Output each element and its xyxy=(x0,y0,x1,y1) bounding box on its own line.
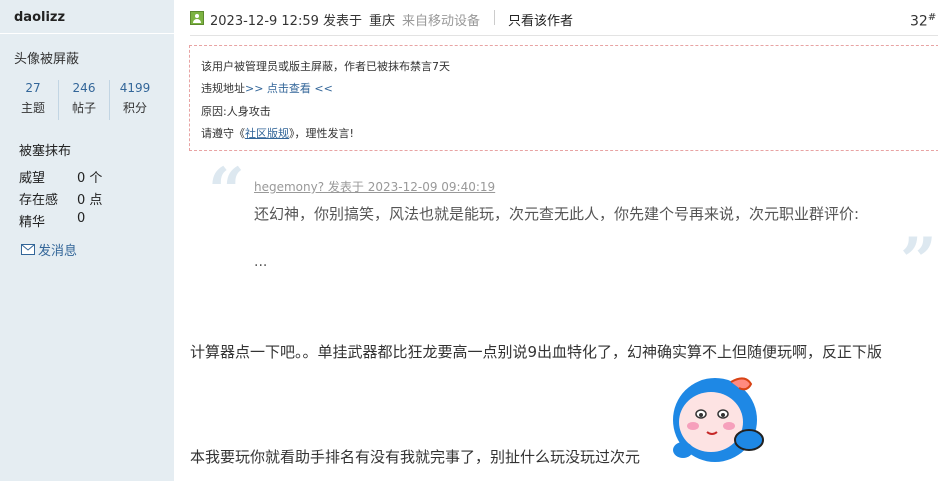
floor-number-value: 32 xyxy=(910,13,928,30)
notice-rules-suffix: 》，理性发言! xyxy=(289,127,354,140)
quote-ellipsis: ... xyxy=(254,254,268,270)
stat-points-label: 积分 xyxy=(122,101,147,115)
stat-topics[interactable]: 27 主题 xyxy=(8,80,58,120)
author-sidebar: daolizz 头像被屏蔽 27 主题 246 帖子 4199 积分 被塞抹布 … xyxy=(0,0,174,481)
blocked-notice: 该用户被管理员或版主屏蔽，作者已被抹布禁言7天 违规地址>> 点击查看 << 原… xyxy=(189,45,938,151)
send-message-link[interactable]: 发消息 xyxy=(21,240,77,259)
post-timestamp: 2023-12-9 12:59 发表于 xyxy=(210,14,363,29)
avatar-blocked-note: 头像被屏蔽 xyxy=(14,52,80,67)
notice-rules-prefix: 请遵守《 xyxy=(201,127,245,140)
view-violation-link[interactable]: >> 点击查看 << xyxy=(245,82,333,95)
stat-topics-value: 27 xyxy=(25,81,41,95)
header-separator xyxy=(494,10,495,25)
send-message-label: 发消息 xyxy=(38,244,78,259)
stat-points[interactable]: 4199 积分 xyxy=(109,80,160,120)
open-quote-icon: “ xyxy=(208,154,245,229)
online-user-icon xyxy=(190,11,204,25)
info-value: 0 点 xyxy=(77,193,103,208)
info-row-prestige: 威望 0 个 xyxy=(19,167,159,186)
notice-line-4: 请遵守《社区版规》，理性发言! xyxy=(201,125,354,141)
author-rank[interactable]: 被塞抹布 xyxy=(19,140,71,159)
stat-topics-label: 主题 xyxy=(20,101,45,115)
notice-line-1: 该用户被管理员或版主屏蔽，作者已被抹布禁言7天 xyxy=(201,60,450,73)
notice-violation-label: 违规地址 xyxy=(201,82,245,95)
info-key: 精华 xyxy=(19,215,46,230)
info-row-presence: 存在感 0 点 xyxy=(19,189,159,208)
header-divider xyxy=(190,35,938,36)
notice-line-2: 违规地址>> 点击查看 << xyxy=(201,80,333,96)
post-content-line-1: 计算器点一下吧。。单挂武器都比狂龙要高一点别说9出血特化了，幻神确实算不上但随便… xyxy=(190,343,883,361)
author-stats: 27 主题 246 帖子 4199 积分 xyxy=(8,80,160,120)
cartoon-sticker-image xyxy=(673,377,764,462)
notice-line-3: 原因:人身攻击 xyxy=(201,105,271,118)
community-rules-link[interactable]: 社区版规 xyxy=(245,127,289,140)
info-row-digest: 精华 0 xyxy=(19,211,159,230)
quote-body: 还幻神，你别搞笑，风法也就是能玩，次元查无此人，你先建个号再来说，次元职业群评价… xyxy=(254,205,860,223)
floor-mark: # xyxy=(927,12,937,23)
post-content-line-2: 本我要玩你就看助手排名有没有我就完事了，别扯什么玩没玩过次元 xyxy=(190,448,641,466)
floor-number[interactable]: 32# xyxy=(910,12,936,30)
info-key: 威望 xyxy=(19,171,46,186)
post-location: 重庆 xyxy=(369,14,396,29)
envelope-icon xyxy=(21,244,35,255)
stat-posts[interactable]: 246 帖子 xyxy=(58,80,109,120)
info-value: 0 xyxy=(77,211,86,226)
author-username[interactable]: daolizz xyxy=(14,10,65,25)
stat-points-value: 4199 xyxy=(119,81,151,95)
quote-author-link[interactable]: hegemony? 发表于 2023-12-09 09:40:19 xyxy=(254,178,495,195)
quote-block: “ hegemony? 发表于 2023-12-09 09:40:19 还幻神，… xyxy=(200,160,938,300)
sidebar-divider xyxy=(0,33,174,34)
close-quote-icon: ” xyxy=(900,224,937,299)
stat-posts-label: 帖子 xyxy=(71,101,96,115)
post-device: 来自移动设备 xyxy=(402,14,481,29)
post-header: 2023-12-9 12:59 发表于 重庆 来自移动设备 只看该作者 xyxy=(190,8,938,30)
info-value: 0 个 xyxy=(77,171,103,186)
info-key: 存在感 xyxy=(19,193,59,208)
stat-posts-value: 246 xyxy=(72,81,96,95)
only-author-link[interactable]: 只看该作者 xyxy=(508,10,573,29)
